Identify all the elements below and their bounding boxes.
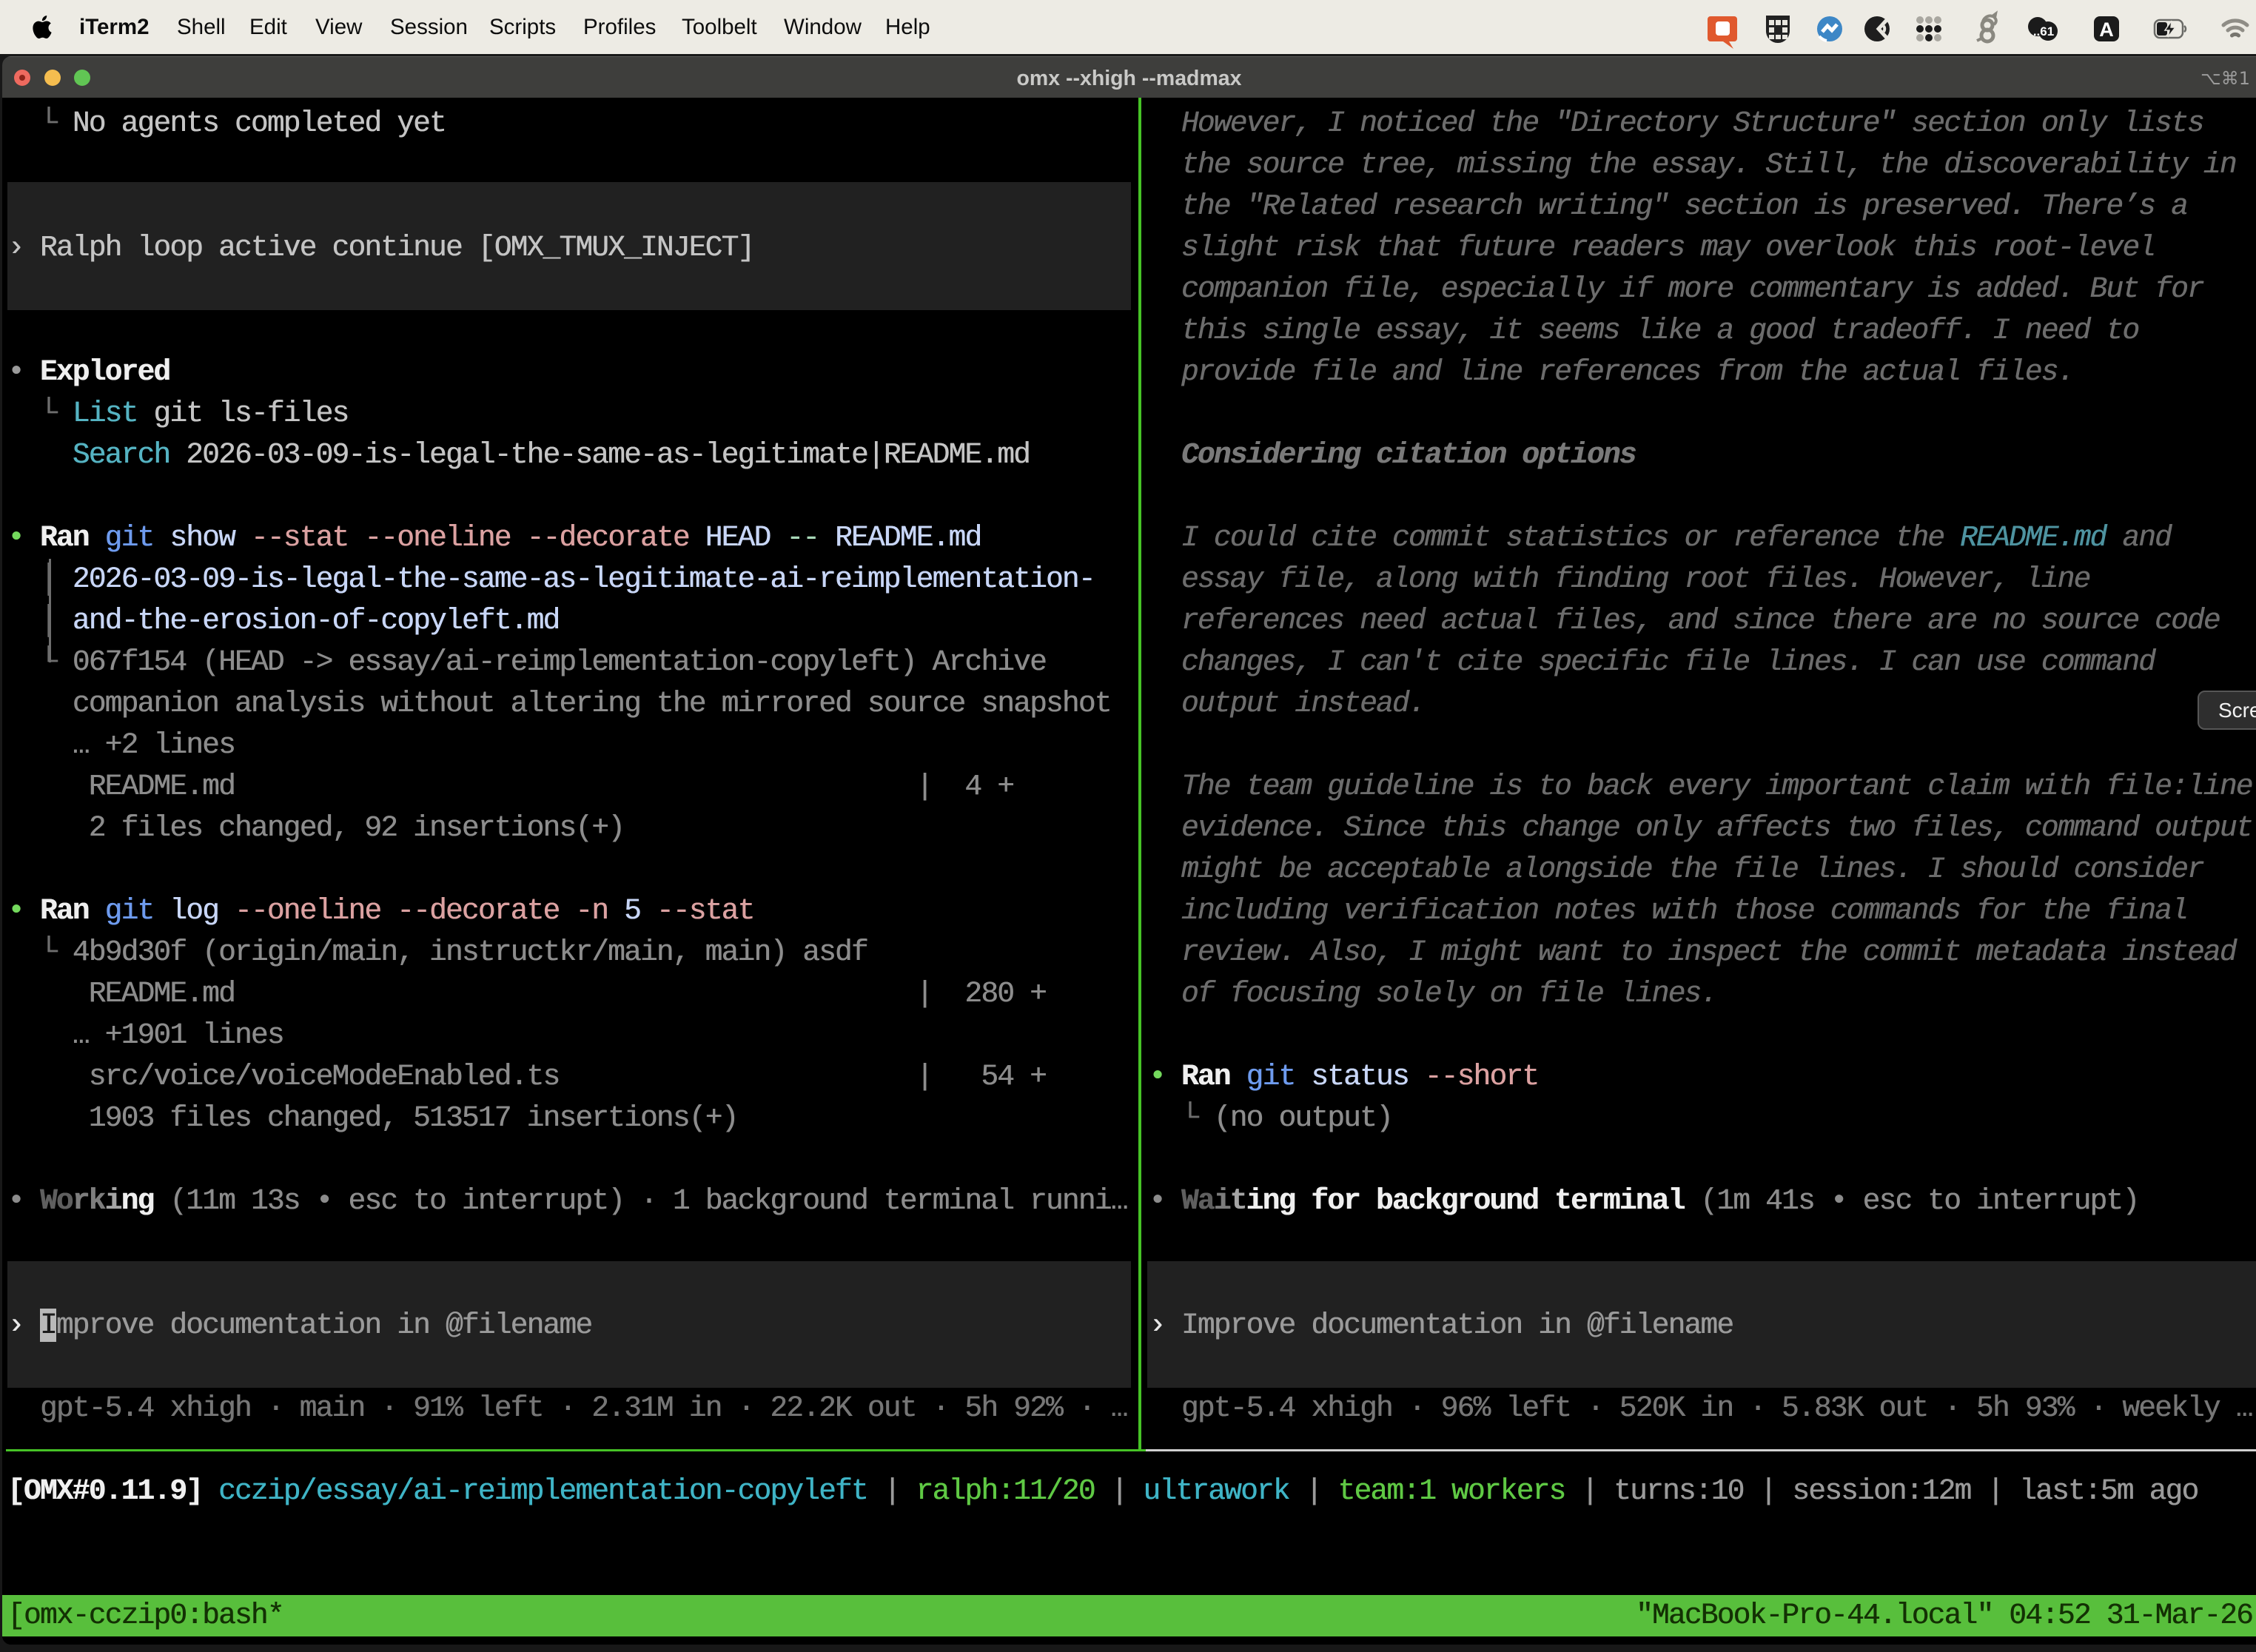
svg-text:..61: ..61: [2033, 24, 2054, 38]
svg-text:A: A: [2099, 19, 2114, 41]
